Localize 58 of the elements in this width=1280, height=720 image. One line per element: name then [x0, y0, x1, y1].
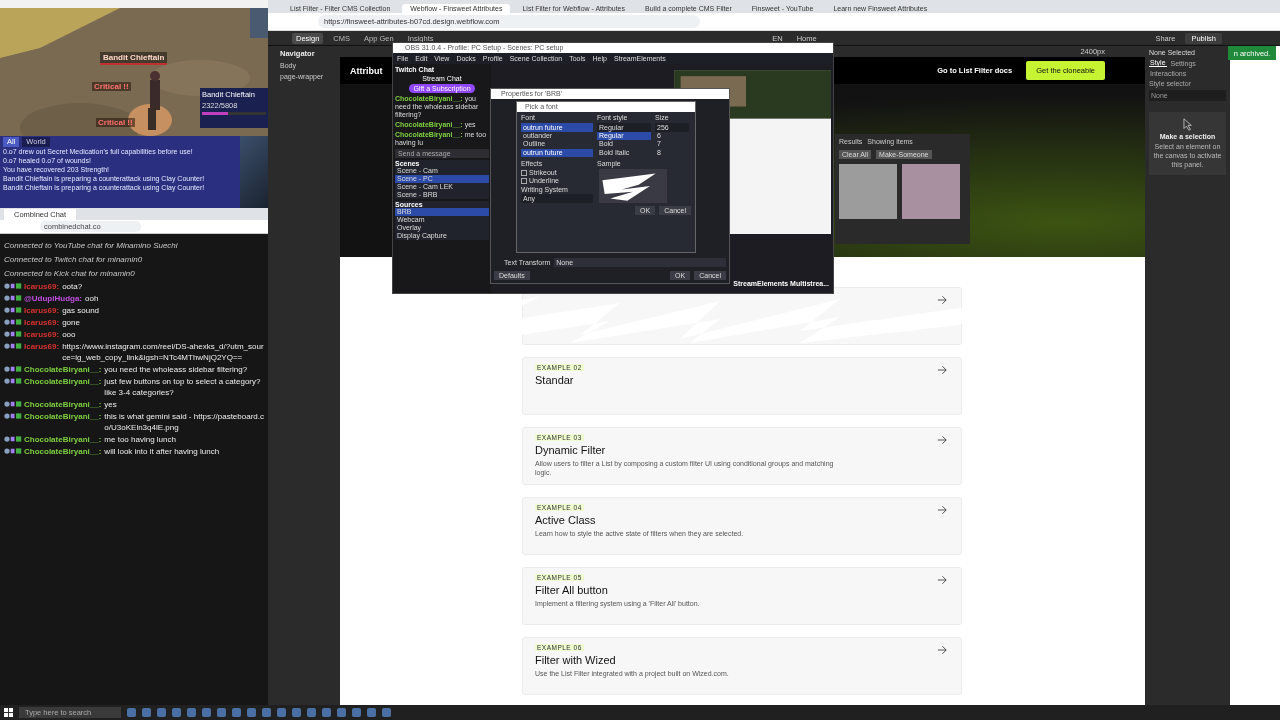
example-title: Filter All button	[535, 584, 609, 596]
chat-message: gone	[62, 317, 81, 328]
skill-slots[interactable]	[240, 136, 268, 208]
chat-username: Icarus69:	[24, 281, 60, 292]
arrow-right-icon	[937, 295, 947, 305]
preview-card	[839, 164, 897, 219]
chat-message: just few buttons on top to select a category? like 3-4 categories?	[104, 376, 262, 398]
badge-icons	[4, 401, 22, 407]
site-logo: Attribut	[349, 65, 383, 76]
example-title: Filter with Wized	[535, 654, 617, 666]
font-sample-drawing	[597, 168, 669, 203]
preview-card	[902, 164, 960, 219]
chat-message: ooo	[62, 329, 77, 340]
badge-icons	[4, 331, 22, 337]
badge-icons	[4, 448, 22, 454]
enemy-nameplate: Bandit Chieftain	[100, 52, 168, 65]
badge-icons	[4, 283, 22, 289]
status-message: Connected to YouTube chat for Minamino Suechi	[4, 240, 179, 252]
chat-username: Icarus69:	[24, 305, 60, 316]
cursor-icon	[1182, 118, 1193, 131]
badge-icons	[4, 319, 22, 325]
chat-username: Icarus69:	[24, 341, 60, 352]
chat-username: ChocolateBiryani__:	[24, 399, 102, 410]
damage-text: Critical !!	[96, 118, 135, 127]
arrow-right-icon	[937, 575, 947, 585]
arrow-right-icon	[937, 365, 947, 375]
badge-icons	[4, 295, 22, 301]
chat-username: Icarus69:	[24, 317, 60, 328]
badge-icons	[4, 413, 22, 419]
chat-message: ooh	[85, 293, 100, 304]
windows-logo-icon[interactable]	[4, 708, 13, 717]
status-message: Connected to Kick chat for minamin0	[4, 268, 136, 280]
chat-username: @UdupiHudga:	[24, 293, 82, 304]
chat-message: yes	[104, 399, 118, 410]
badge-icons	[4, 307, 22, 313]
status-message: Connected to Twitch chat for minamin0	[4, 254, 144, 266]
chat-message: will look into it after having lunch	[104, 446, 221, 457]
example-title: Standar	[535, 374, 575, 386]
arrow-right-icon	[937, 435, 947, 445]
chat-message: oota?	[62, 281, 84, 292]
badge-icons	[4, 378, 22, 384]
chat-username: ChocolateBiryani__:	[24, 411, 102, 422]
chat-username: ChocolateBiryani__:	[24, 434, 102, 445]
chat-username: ChocolateBiryani__:	[24, 376, 102, 387]
badge-icons	[4, 436, 22, 442]
arrow-right-icon	[937, 505, 947, 515]
chat-username: ChocolateBiryani__:	[24, 446, 102, 457]
chat-username: ChocolateBiryani__:	[24, 364, 102, 375]
example-title: Active Class	[535, 514, 597, 526]
example-title: Dynamic Filter	[535, 444, 607, 456]
chat-message: gas sound	[62, 305, 101, 316]
damage-text: Critical !!	[92, 82, 131, 91]
chat-username: Icarus69:	[24, 329, 60, 340]
chat-message: you need the wholeass sidebar filtering?	[104, 364, 249, 375]
badge-icons	[4, 366, 22, 372]
chat-message: me too having lunch	[104, 434, 177, 445]
arrow-right-icon	[937, 645, 947, 655]
badge-icons	[4, 343, 22, 349]
